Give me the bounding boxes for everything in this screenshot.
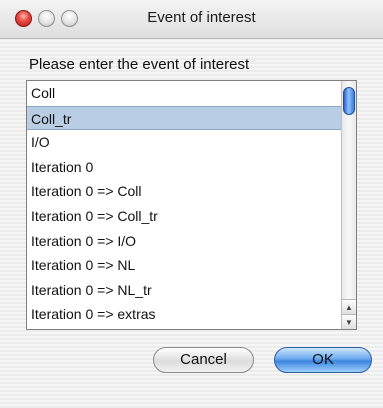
prompt-label: Please enter the event of interest <box>29 56 250 73</box>
arrow-up-icon[interactable]: ▲ <box>342 299 356 314</box>
title-bar: Event of interest <box>0 0 383 39</box>
list-item[interactable]: Iteration 0 => NL <box>27 253 342 278</box>
list-item-selected[interactable]: Coll_tr <box>27 105 342 131</box>
list-item[interactable]: Iteration 0 <box>27 155 342 180</box>
scroll-thumb[interactable] <box>343 87 355 115</box>
ok-button[interactable]: OK <box>274 347 372 373</box>
event-list[interactable]: Coll Coll_tr I/O Iteration 0 Iteration 0… <box>26 80 357 330</box>
list-item[interactable]: I/O <box>27 130 342 155</box>
list-item[interactable]: Iteration 0 => NL_tr <box>27 278 342 303</box>
list-item[interactable]: Coll <box>27 81 342 106</box>
list-item[interactable]: Iteration 0 => Coll <box>27 179 342 204</box>
cancel-button[interactable]: Cancel <box>153 347 254 373</box>
list-item[interactable]: Iteration 0 => Coll_tr <box>27 204 342 229</box>
list-item[interactable]: Iteration 0 => extras <box>27 302 342 327</box>
event-list-items: Coll Coll_tr I/O Iteration 0 Iteration 0… <box>27 81 342 327</box>
vertical-scrollbar[interactable]: ▲ ▼ <box>341 81 356 329</box>
window-title: Event of interest <box>147 9 256 26</box>
arrow-down-icon[interactable]: ▼ <box>342 314 356 329</box>
list-item[interactable]: Iteration 0 => I/O <box>27 229 342 254</box>
dialog-window: Event of interest Please enter the event… <box>0 0 383 408</box>
